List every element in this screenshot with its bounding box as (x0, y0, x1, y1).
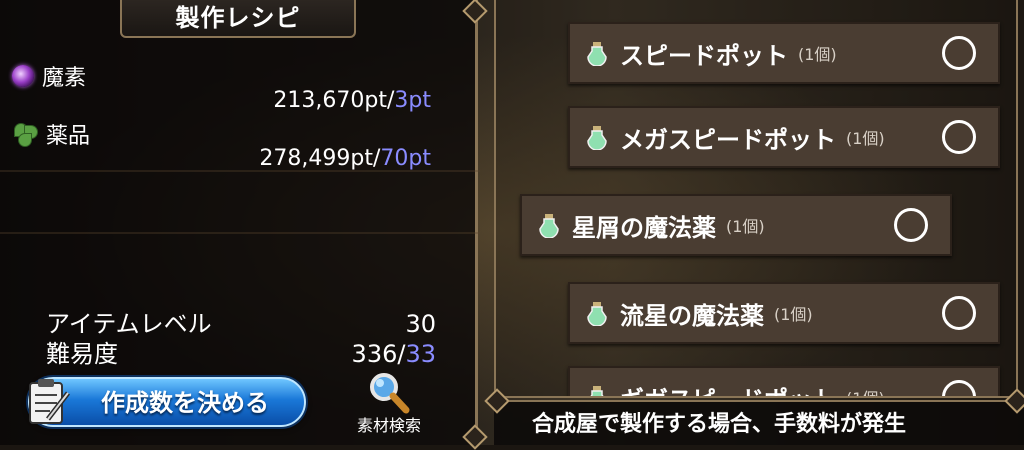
material-search-label: 素材検索 (356, 416, 421, 435)
resource-row-maso: 魔素 (12, 60, 86, 92)
purple-orb-icon (12, 65, 34, 87)
recipe-item-selected[interactable]: 星屑の魔法薬 (1個) (520, 194, 952, 256)
resource-owned: 278,499pt (259, 146, 373, 171)
difficulty-required: 33 (405, 340, 436, 368)
difficulty-value: 336 (351, 340, 398, 368)
recipe-qty: (1個) (846, 129, 885, 148)
potion-icon (587, 126, 607, 150)
potion-icon (587, 302, 607, 326)
recipe-list[interactable]: スピードポット (1個) メガスピードポット (1個) 星屑の魔法薬 (1個) (494, 0, 1018, 398)
recipe-qty: (1個) (774, 305, 813, 324)
resource-owned: 213,670pt (273, 88, 387, 113)
recipe-item[interactable]: ギガスピードポット (1個) (568, 366, 1000, 397)
craftable-circle-icon (942, 36, 976, 70)
recipe-item[interactable]: スピードポット (1個) (568, 22, 1000, 84)
recipe-name: 星屑の魔法薬 (572, 213, 716, 242)
recipe-name: スピードポット (620, 41, 788, 70)
recipe-item[interactable]: メガスピードポット (1個) (568, 106, 1000, 168)
item-level-value: 30 (405, 310, 436, 338)
difficulty-value-group: 336/33 (352, 341, 436, 367)
material-search-button[interactable]: 素材検索 (346, 370, 432, 442)
recipe-qty: (1個) (846, 385, 885, 396)
resource-name: 魔素 (42, 66, 87, 91)
recipe-name: ギガスピードポット (620, 380, 836, 397)
shelf-divider (0, 232, 480, 234)
craftable-circle-icon (942, 296, 976, 330)
recipe-name: メガスピードポット (620, 125, 836, 154)
difficulty-label: 難易度 (46, 340, 118, 368)
resource-required: 70pt (380, 146, 431, 171)
craftable-circle-icon (894, 208, 928, 242)
resource-name: 薬品 (46, 124, 91, 149)
craftable-circle-icon (942, 120, 976, 154)
recipe-qty: (1個) (798, 45, 837, 64)
resource-value-maso: 213,670pt/3pt (273, 88, 431, 113)
item-level-label: アイテムレベル (46, 310, 212, 338)
panel-title: 製作レシピ (120, 0, 356, 38)
decide-quantity-button[interactable]: 作成数を決める (28, 377, 306, 427)
recipe-qty: (1個) (726, 217, 765, 236)
resource-value-yakuhin: 278,499pt/70pt (259, 146, 431, 171)
herb-icon (12, 121, 38, 147)
resource-row-yakuhin: 薬品 (12, 118, 90, 150)
recipe-item[interactable]: 流星の魔法薬 (1個) (568, 282, 1000, 344)
decide-quantity-label: 作成数を決める (101, 389, 269, 417)
potion-icon (587, 42, 607, 66)
fee-notice: 合成屋で製作する場合、手数料が発生 (494, 400, 1024, 445)
recipe-name: 流星の魔法薬 (620, 301, 764, 330)
recipe-info-panel: 製作レシピ 魔素 213,670pt/3pt 薬品 278,499pt/70pt… (0, 0, 480, 445)
recipe-list-panel: スピードポット (1個) メガスピードポット (1個) 星屑の魔法薬 (1個) (484, 0, 1024, 445)
craftable-circle-icon (942, 380, 976, 396)
potion-icon (539, 214, 559, 238)
difficulty-row: 難易度 336/33 (46, 341, 436, 367)
clipboard-icon (29, 379, 70, 424)
potion-icon (590, 386, 604, 396)
resource-required: 3pt (394, 88, 431, 113)
magnifier-icon (370, 373, 410, 414)
item-level-row: アイテムレベル 30 (46, 311, 436, 337)
